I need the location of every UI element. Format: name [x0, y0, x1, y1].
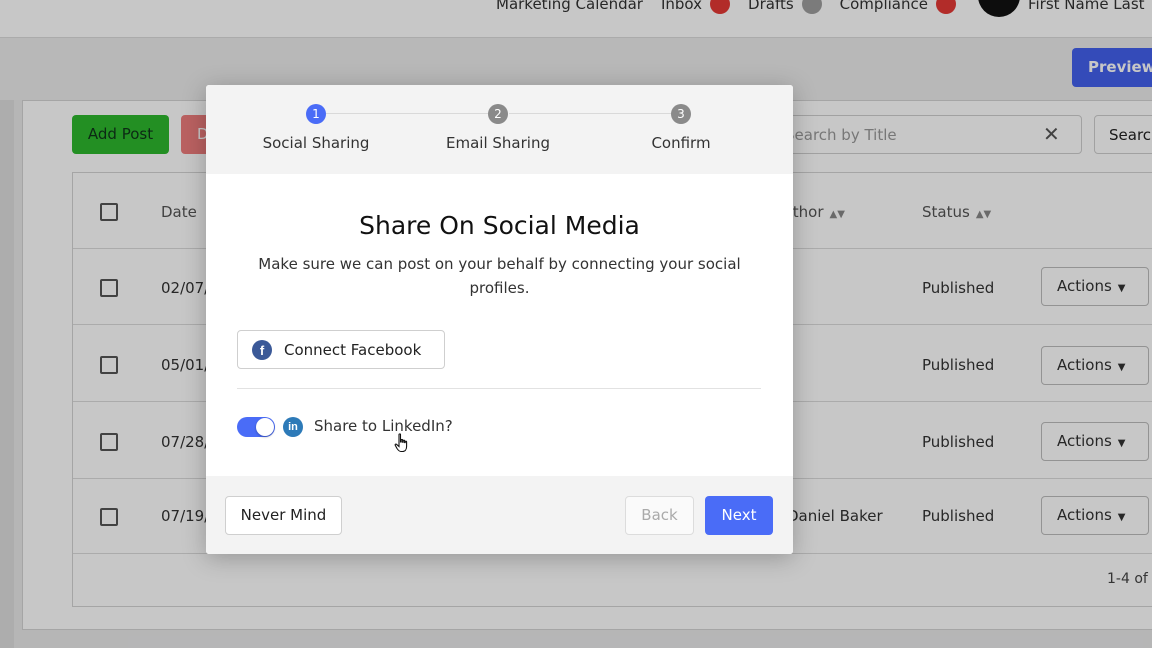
hand-cursor-icon: [394, 433, 408, 453]
back-button[interactable]: Back: [625, 496, 694, 535]
step-2-label: Email Sharing: [446, 134, 550, 152]
linkedin-toggle[interactable]: [237, 417, 275, 437]
connect-facebook-label: Connect Facebook: [284, 340, 422, 359]
next-button[interactable]: Next: [705, 496, 773, 535]
step-2-indicator: 2: [488, 104, 508, 124]
toggle-knob: [256, 418, 274, 436]
step-connector: [509, 113, 671, 114]
step-1-label: Social Sharing: [262, 134, 370, 152]
modal-title: Share On Social Media: [359, 211, 640, 240]
step-3-label: Confirm: [651, 134, 711, 152]
never-mind-button[interactable]: Never Mind: [225, 496, 342, 535]
step-3-indicator: 3: [671, 104, 691, 124]
step-1-indicator: 1: [306, 104, 326, 124]
modal-footer: Never Mind Back Next: [206, 476, 793, 554]
modal-description: Make sure we can post on your behalf by …: [258, 255, 741, 297]
linkedin-toggle-label[interactable]: Share to LinkedIn?: [314, 417, 453, 435]
linkedin-icon: in: [283, 417, 303, 437]
divider: [237, 388, 761, 389]
connect-facebook-button[interactable]: f Connect Facebook: [237, 330, 445, 369]
facebook-icon: f: [252, 339, 272, 360]
step-connector: [326, 113, 488, 114]
wizard-stepper: 1 Social Sharing 2 Email Sharing 3 Confi…: [206, 85, 793, 174]
share-modal: 1 Social Sharing 2 Email Sharing 3 Confi…: [206, 85, 793, 554]
